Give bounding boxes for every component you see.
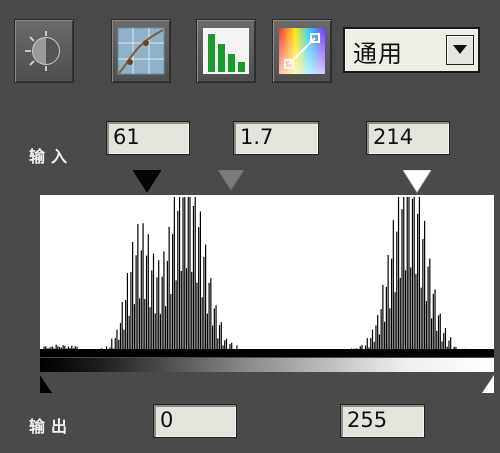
output-gradient-bar [40,358,494,372]
curves-icon [116,26,166,76]
output-black-field[interactable]: 0 [153,404,237,438]
color-gradient-icon [277,26,327,76]
histogram-plot [40,197,494,357]
histogram-icon [201,26,251,76]
dropdown-arrow-button[interactable] [446,35,474,65]
preset-dropdown[interactable]: 通用 [343,27,480,73]
input-label: 输入 [29,147,74,166]
brightness-contrast-button[interactable] [14,19,74,83]
histogram [40,195,494,357]
input-gamma-field[interactable]: 1.7 [233,121,319,155]
preset-value: 通用 [353,40,403,68]
input-black-slider[interactable] [133,170,161,194]
input-black-field[interactable]: 61 [106,121,190,155]
output-white-slider[interactable] [480,375,494,395]
color-balance-button[interactable] [272,19,332,83]
input-slider-track [0,170,500,194]
output-slider-track [40,375,494,395]
output-black-slider[interactable] [40,375,54,395]
curves-button[interactable] [111,19,171,83]
output-label: 输出 [29,417,74,436]
input-white-slider[interactable] [403,170,431,194]
input-gamma-slider[interactable] [218,170,244,192]
output-white-field[interactable]: 255 [340,404,425,438]
levels-button[interactable] [196,19,256,83]
brightness-contrast-icon [20,27,68,75]
chevron-down-icon [453,45,467,54]
input-white-field[interactable]: 214 [366,121,450,155]
levels-panel: 通用 输入 61 1.7 214 输出 0 255 [0,0,500,453]
histogram-baseline [40,349,494,357]
